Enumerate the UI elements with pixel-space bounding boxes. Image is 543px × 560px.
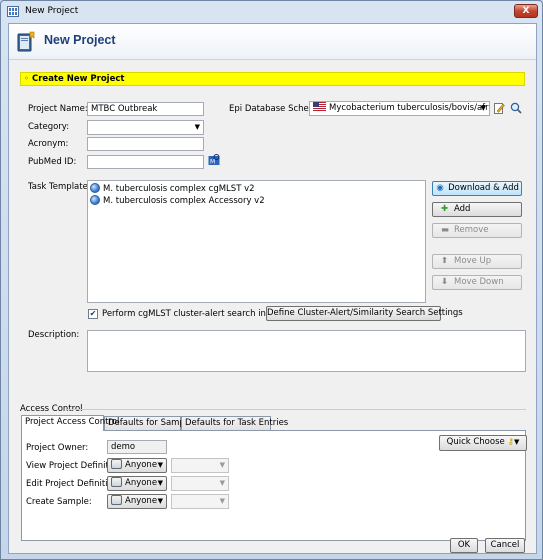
remove-button[interactable]: ▬ Remove [432, 223, 522, 238]
task-template-name: M. tuberculosis complex cgMLST v2 [103, 184, 255, 194]
move-up-label: Move Up [454, 256, 492, 266]
pubmed-lookup-icon[interactable]: M [208, 154, 220, 166]
edit-definition-value: Anyone [125, 478, 158, 488]
view-definition-detail-select[interactable]: ▼ [171, 458, 229, 473]
move-up-button[interactable]: ⬆ Move Up [432, 254, 522, 269]
edit-definition-detail-select[interactable]: ▼ [171, 476, 229, 491]
page-title: New Project [44, 33, 116, 47]
pubmed-input[interactable] [87, 155, 204, 169]
arrow-down-icon: ⬇ [441, 277, 449, 287]
chevron-down-icon: ▼ [194, 123, 200, 131]
list-item[interactable]: M. tuberculosis complex Accessory v2 [90, 195, 423, 207]
create-sample-value: Anyone [125, 496, 158, 506]
app-grid-icon [7, 6, 19, 17]
project-book-icon [17, 31, 35, 52]
project-name-label: Project Name: [28, 104, 88, 114]
chevron-down-icon: ▼ [513, 438, 520, 446]
access-tab-panel: Project Owner: demo Quick Choose ⚷▼ View … [21, 430, 527, 541]
cluster-alert-checkbox[interactable]: ✔ [88, 309, 98, 319]
people-icon [111, 477, 122, 487]
task-templates-label: Task Templates: [28, 182, 96, 192]
scheme-select[interactable]: Mycobacterium tuberculosis/bovis/african… [309, 101, 490, 116]
create-sample-label: Create Sample: [26, 497, 92, 507]
close-button[interactable]: X [514, 4, 538, 18]
view-definition-value: Anyone [125, 460, 158, 470]
header-band: New Project [9, 24, 536, 60]
owner-label: Project Owner: [26, 443, 89, 453]
tab-defaults-task-entries[interactable]: Defaults for Task Entries [181, 416, 288, 431]
chevron-down-icon: ▼ [157, 479, 163, 487]
description-label: Description: [28, 330, 80, 340]
dialog-client-area: New Project ◦ Create New Project Project… [8, 23, 537, 554]
category-select[interactable]: ▼ [87, 120, 204, 135]
edit-scheme-icon[interactable] [494, 102, 505, 114]
owner-field: demo [107, 440, 167, 454]
create-sample-detail-select[interactable]: ▼ [171, 494, 229, 509]
tab-project-access-control[interactable]: Project Access Control [21, 415, 119, 431]
chevron-down-icon: ▼ [219, 479, 225, 487]
arrow-up-icon: ⬆ [441, 256, 449, 266]
ok-button[interactable]: OK [450, 538, 478, 553]
acronym-input[interactable] [87, 137, 204, 151]
quick-choose-button[interactable]: Quick Choose ⚷▼ [439, 435, 527, 451]
move-down-label: Move Down [454, 277, 504, 287]
quick-choose-label: Quick Choose [446, 437, 505, 447]
view-definition-select[interactable]: Anyone ▼ [107, 458, 167, 473]
section-title: Create New Project [32, 74, 125, 84]
add-button[interactable]: ✚ Add [432, 202, 522, 217]
svg-text:M: M [210, 159, 215, 166]
globe-icon [90, 183, 100, 193]
cancel-button[interactable]: Cancel [485, 538, 525, 553]
minus-icon: ▬ [441, 225, 450, 235]
project-name-input[interactable]: MTBC Outbreak [87, 102, 204, 116]
people-icon [111, 459, 122, 469]
scheme-value: Mycobacterium tuberculosis/bovis/african… [329, 103, 489, 113]
list-item[interactable]: M. tuberculosis complex cgMLST v2 [90, 183, 423, 195]
us-flag-icon [313, 102, 326, 111]
move-down-button[interactable]: ⬇ Move Down [432, 275, 522, 290]
download-globe-icon: ◉ [436, 183, 444, 193]
chevron-down-icon: ▼ [157, 461, 163, 469]
description-textarea[interactable] [87, 330, 526, 372]
task-template-name: M. tuberculosis complex Accessory v2 [103, 196, 265, 206]
plus-icon: ✚ [441, 204, 449, 214]
globe-icon [90, 195, 100, 205]
category-label: Category: [28, 122, 70, 132]
task-templates-list[interactable]: M. tuberculosis complex cgMLST v2 M. tub… [87, 180, 426, 303]
pubmed-label: PubMed ID: [28, 157, 77, 167]
define-settings-button[interactable]: Define Cluster-Alert/Similarity Search S… [266, 306, 463, 321]
chevron-down-icon: ▼ [157, 497, 163, 505]
chevron-down-icon: ▼ [219, 497, 225, 505]
new-project-window: New Project X New Project ◦ Create New P… [0, 0, 543, 560]
create-section-banner: ◦ Create New Project [20, 72, 525, 86]
create-sample-select[interactable]: Anyone ▼ [107, 494, 167, 509]
window-title: New Project [25, 6, 79, 16]
chevron-down-icon: ▼ [480, 104, 486, 112]
collapse-arrow-icon[interactable]: ◦ [24, 74, 29, 83]
add-label: Add [454, 204, 471, 214]
download-add-label: Download & Add [448, 183, 519, 193]
chevron-down-icon: ▼ [219, 461, 225, 469]
title-bar[interactable]: New Project X [1, 1, 542, 23]
download-add-button[interactable]: ◉ Download & Add [432, 181, 522, 196]
acronym-label: Acronym: [28, 139, 69, 149]
people-icon [111, 495, 122, 505]
search-scheme-icon[interactable] [510, 102, 522, 114]
remove-label: Remove [454, 225, 489, 235]
edit-definition-select[interactable]: Anyone ▼ [107, 476, 167, 491]
group-divider [67, 409, 526, 410]
